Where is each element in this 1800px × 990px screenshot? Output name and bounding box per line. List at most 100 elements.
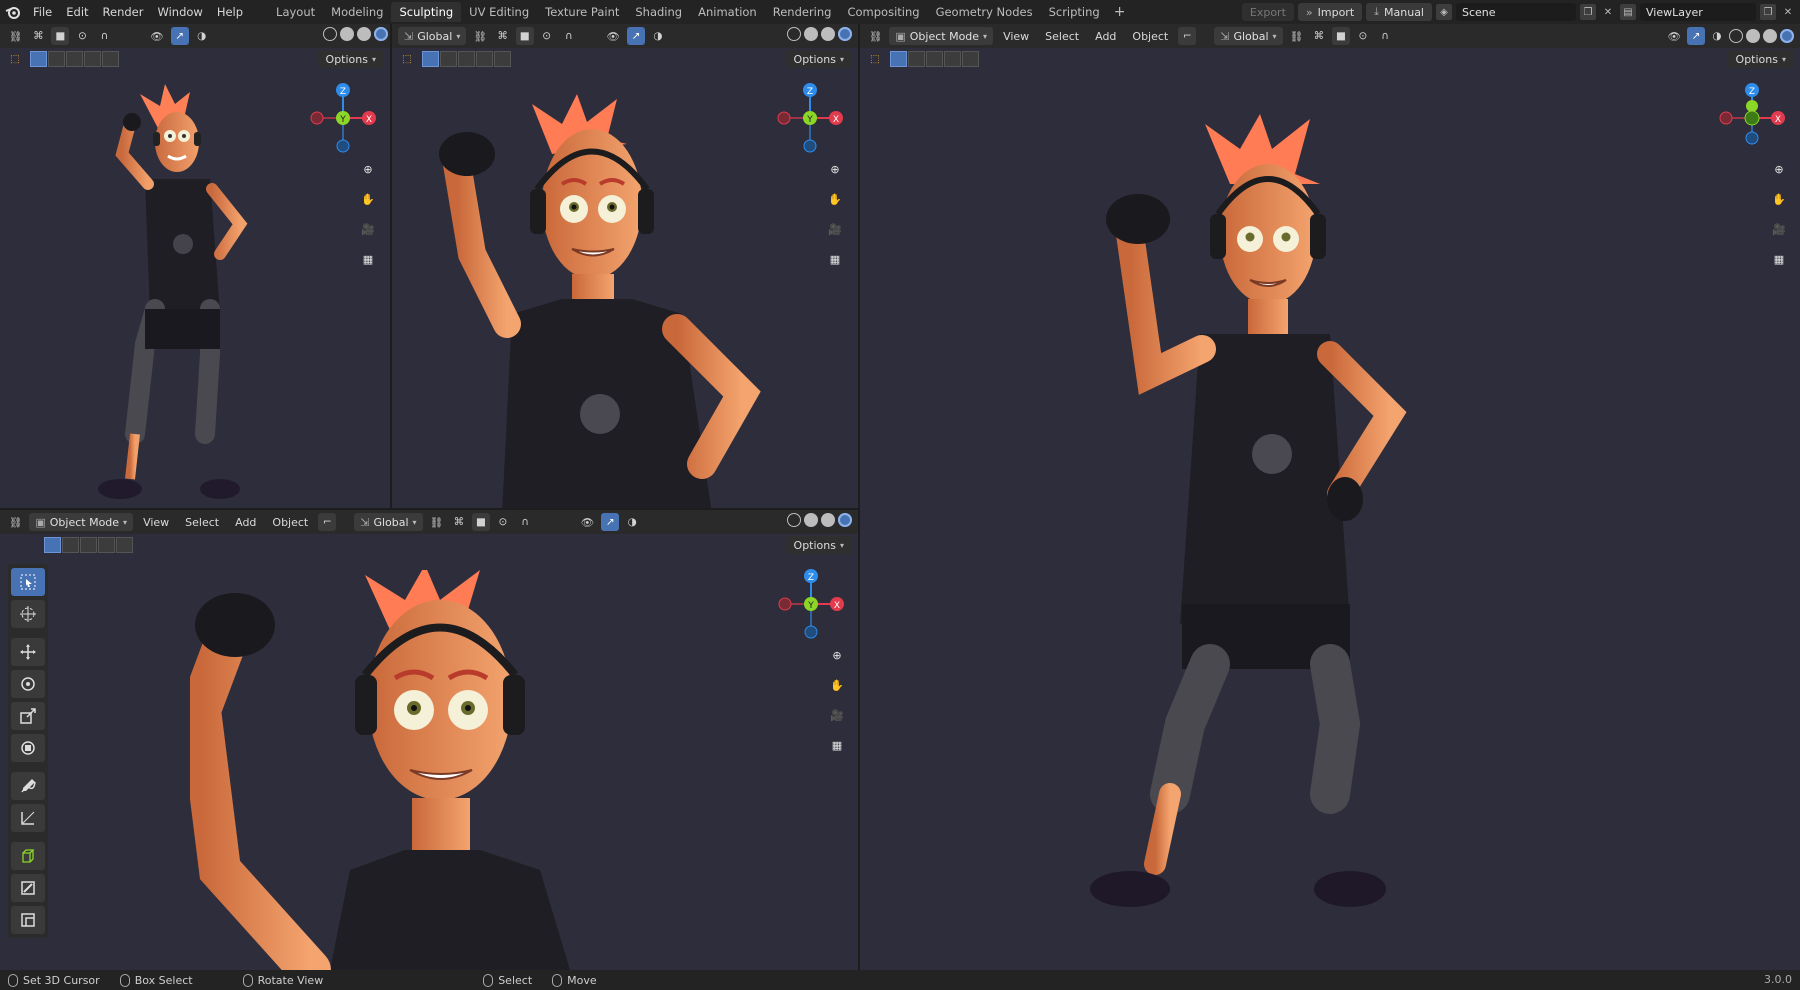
annotate-tool[interactable]	[11, 772, 45, 800]
view-layer-icon[interactable]: ▤	[1620, 4, 1636, 20]
select-box-tool[interactable]	[11, 568, 45, 596]
menu-add[interactable]: Add	[1089, 30, 1122, 43]
select-mode-subtract[interactable]	[80, 537, 97, 553]
new-scene-icon[interactable]: ❐	[1580, 4, 1596, 20]
gizmo-toggle-icon[interactable]: ↗	[627, 27, 646, 45]
menu-object[interactable]: Object	[1126, 30, 1174, 43]
zoom-icon[interactable]: ⊕	[357, 158, 379, 180]
close-view-layer-icon[interactable]: ✕	[1780, 4, 1796, 20]
select-mode-extend[interactable]	[62, 537, 79, 553]
tool-settings-icon[interactable]: ⬚	[398, 50, 416, 68]
perspective-grid-icon[interactable]: ▦	[1768, 248, 1790, 270]
menu-window[interactable]: Window	[150, 0, 209, 24]
camera-icon[interactable]: 🎥	[1768, 218, 1790, 240]
rendered-shading-icon[interactable]	[374, 27, 388, 41]
select-mode-new[interactable]	[890, 51, 907, 67]
navigation-gizmo[interactable]: Z X Y	[303, 78, 383, 158]
zoom-icon[interactable]: ⊕	[826, 644, 848, 666]
select-mode-extend[interactable]	[908, 51, 925, 67]
material-shading-icon[interactable]	[821, 513, 835, 527]
gizmo-toggle-icon[interactable]: ↗	[601, 513, 620, 531]
snap-target-icon[interactable]: ■	[471, 513, 490, 531]
navigation-gizmo[interactable]: Z X	[1712, 78, 1792, 158]
select-mode-new[interactable]	[44, 537, 61, 553]
select-mode-new[interactable]	[30, 51, 47, 67]
viewport-right[interactable]: ⛓ ▣ Object Mode ▾ View Select Add Object ⌐…	[860, 24, 1800, 970]
options-dropdown[interactable]: Options ▾	[785, 536, 852, 554]
zoom-icon[interactable]: ⊕	[1768, 158, 1790, 180]
overlay-icon[interactable]: ◑	[1708, 27, 1726, 45]
tool-settings-icon[interactable]: ⬚	[866, 50, 884, 68]
editor-type-icon[interactable]: ⛓	[866, 27, 885, 45]
editor-type-icon[interactable]: ⛓	[6, 27, 25, 45]
pan-hand-icon[interactable]: ✋	[824, 188, 846, 210]
mode-dropdown[interactable]: ▣ Object Mode ▾	[889, 27, 994, 45]
proportional-icon[interactable]: ⊙	[538, 27, 556, 45]
overlay-icon[interactable]: ◑	[193, 27, 211, 45]
tab-modeling[interactable]: Modeling	[323, 2, 391, 22]
visibility-icon[interactable]: 👁	[604, 27, 623, 45]
camera-icon[interactable]: 🎥	[824, 218, 846, 240]
wireframe-shading-icon[interactable]	[323, 27, 337, 41]
visibility-icon[interactable]: 👁	[578, 513, 597, 531]
tab-animation[interactable]: Animation	[690, 2, 765, 22]
select-mode-intersect[interactable]	[962, 51, 979, 67]
view-layer-field[interactable]: ViewLayer	[1640, 3, 1756, 21]
import-button[interactable]: » Import	[1297, 3, 1363, 21]
wireframe-shading-icon[interactable]	[1729, 29, 1743, 43]
orientation-dropdown[interactable]: ⇲ Global ▾	[354, 513, 423, 531]
zoom-icon[interactable]: ⊕	[824, 158, 846, 180]
grid-icon[interactable]: ▦	[357, 248, 379, 270]
snap-target-icon[interactable]: ■	[515, 27, 534, 45]
solid-shading-icon[interactable]	[804, 27, 818, 41]
rendered-shading-icon[interactable]	[1780, 29, 1794, 43]
visibility-icon[interactable]: 👁	[147, 27, 166, 45]
add-cube-tool[interactable]	[11, 842, 45, 870]
measure-tool[interactable]	[11, 804, 45, 832]
menu-file[interactable]: File	[26, 0, 59, 24]
falloff-icon[interactable]: ∩	[560, 27, 578, 45]
menu-object[interactable]: Object	[266, 516, 314, 529]
solid-shading-icon[interactable]	[804, 513, 818, 527]
rotate-tool[interactable]	[11, 670, 45, 698]
overlay-icon[interactable]: ◑	[623, 513, 641, 531]
select-mode-subtract[interactable]	[926, 51, 943, 67]
tab-layout[interactable]: Layout	[268, 2, 323, 22]
editor-type-icon[interactable]: ⛓	[6, 513, 25, 531]
pivot-icon[interactable]: ■	[51, 27, 70, 45]
rendered-shading-icon[interactable]	[838, 513, 852, 527]
select-mode-new[interactable]	[422, 51, 439, 67]
options-dropdown[interactable]: Options ▾	[785, 50, 852, 68]
camera-icon[interactable]: 🎥	[826, 704, 848, 726]
menu-select[interactable]: Select	[179, 516, 225, 529]
select-mode-subtract[interactable]	[458, 51, 475, 67]
menu-select[interactable]: Select	[1039, 30, 1085, 43]
options-dropdown[interactable]: Options ▾	[1727, 50, 1794, 68]
select-mode-extend[interactable]	[440, 51, 457, 67]
transform-affect-icon[interactable]: ⌐	[1178, 27, 1197, 45]
blender-logo-icon[interactable]	[0, 0, 26, 24]
rendered-shading-icon[interactable]	[838, 27, 852, 41]
transform-affect-icon[interactable]: ⌐	[318, 513, 337, 531]
menu-add[interactable]: Add	[229, 516, 262, 529]
pan-hand-icon[interactable]: ✋	[826, 674, 848, 696]
snap-icon[interactable]: ⌘	[1310, 27, 1328, 45]
select-mode-invert[interactable]	[944, 51, 961, 67]
proportional-icon[interactable]: ⊙	[73, 27, 91, 45]
menu-help[interactable]: Help	[210, 0, 250, 24]
pivot-icon[interactable]: ⛓	[427, 513, 446, 531]
menu-render[interactable]: Render	[96, 0, 151, 24]
snap-icon[interactable]: ⌘	[29, 27, 47, 45]
inset-tool[interactable]	[11, 906, 45, 934]
select-mode-intersect[interactable]	[116, 537, 133, 553]
overlay-icon[interactable]: ◑	[649, 27, 667, 45]
tab-geometry-nodes[interactable]: Geometry Nodes	[928, 2, 1041, 22]
material-shading-icon[interactable]	[1763, 29, 1777, 43]
export-button[interactable]: Export	[1241, 3, 1294, 21]
tab-shading[interactable]: Shading	[627, 2, 690, 22]
falloff-icon[interactable]: ∩	[516, 513, 534, 531]
tab-scripting[interactable]: Scripting	[1041, 2, 1108, 22]
add-workspace-button[interactable]: +	[1108, 4, 1132, 20]
falloff-icon[interactable]: ∩	[95, 27, 113, 45]
material-shading-icon[interactable]	[357, 27, 371, 41]
